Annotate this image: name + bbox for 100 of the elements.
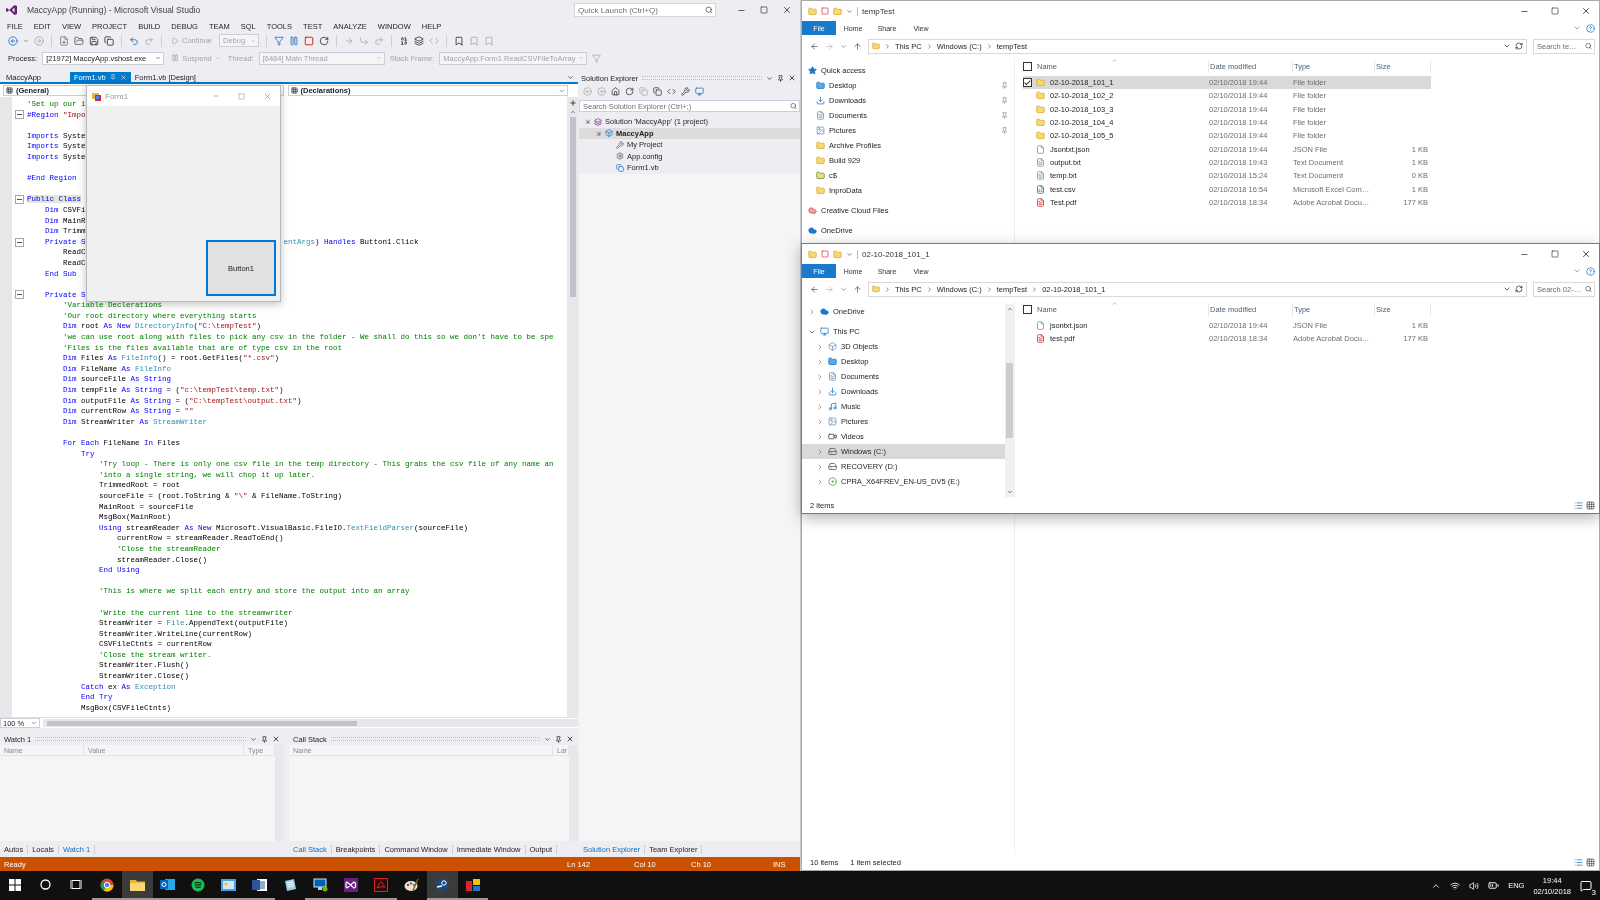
tiles-icon[interactable] (465, 877, 480, 892)
forward-icon[interactable] (34, 35, 44, 46)
code-icon[interactable] (429, 35, 440, 46)
start-icon[interactable] (9, 878, 22, 891)
pin-icon[interactable] (555, 735, 562, 743)
maximize-icon[interactable] (238, 92, 245, 100)
chevron-right-icon[interactable] (816, 462, 824, 471)
chevron-right-icon[interactable] (985, 42, 993, 50)
chevron-right-icon[interactable] (816, 447, 824, 456)
dropdown-icon[interactable] (766, 74, 773, 82)
step-over-icon[interactable] (374, 35, 385, 46)
tab-list-icon[interactable] (567, 73, 574, 81)
recent-locations-icon[interactable] (840, 285, 847, 293)
close-icon[interactable] (566, 735, 574, 743)
bookmark-icon[interactable] (454, 35, 465, 46)
help-icon[interactable] (1586, 266, 1595, 276)
arrow-right-icon[interactable] (344, 35, 355, 46)
pin-icon[interactable] (777, 74, 784, 82)
chevron-right-icon[interactable] (985, 285, 993, 293)
details-view-icon[interactable] (1574, 500, 1583, 510)
quick-launch-field[interactable]: Quick Launch (Ctrl+Q) (574, 3, 716, 17)
back-icon[interactable] (810, 284, 819, 294)
split-icon[interactable] (568, 99, 577, 107)
expand-ribbon-icon[interactable] (1573, 267, 1581, 275)
wrench-icon[interactable] (681, 86, 690, 96)
help-icon[interactable] (1586, 23, 1595, 33)
undo-icon[interactable] (129, 35, 139, 46)
checkbox[interactable] (1023, 78, 1032, 88)
maximize-icon[interactable] (1551, 7, 1559, 15)
home-icon[interactable] (611, 86, 620, 96)
funnel-icon[interactable] (274, 35, 285, 46)
refresh-icon[interactable] (1515, 285, 1523, 293)
stop-icon[interactable] (304, 35, 315, 46)
show-all-files-icon[interactable] (653, 86, 662, 96)
maximize-icon[interactable] (1551, 250, 1559, 258)
close-icon[interactable] (788, 74, 796, 82)
step-into-icon[interactable] (359, 35, 370, 46)
redo-icon[interactable] (144, 35, 154, 46)
forward-icon[interactable] (597, 86, 606, 96)
chevron-right-icon[interactable] (816, 417, 824, 426)
pdf-icon[interactable] (374, 877, 389, 892)
sync-icon[interactable] (625, 86, 634, 96)
collapse-icon[interactable] (15, 237, 24, 247)
properties-icon[interactable] (821, 7, 829, 15)
chevron-right-icon[interactable] (816, 432, 824, 441)
caret-icon[interactable] (846, 7, 853, 15)
maximize-icon[interactable] (760, 6, 768, 14)
preview-icon[interactable] (695, 86, 704, 96)
collapse-icon[interactable] (15, 195, 24, 205)
open-folder-icon[interactable] (74, 35, 84, 46)
scroll-up-icon[interactable] (1006, 306, 1013, 312)
volume-icon[interactable] (1469, 880, 1480, 891)
palette-icon[interactable] (404, 877, 420, 892)
large-icons-view-icon[interactable] (1586, 500, 1595, 510)
folder-icon[interactable] (129, 878, 145, 891)
disc-icon[interactable] (435, 877, 450, 892)
dropdown-icon[interactable] (1503, 42, 1511, 50)
chevron-right-icon[interactable] (808, 307, 816, 316)
scrollbar[interactable] (567, 97, 578, 717)
chevron-right-icon[interactable] (925, 42, 933, 50)
caret-icon[interactable] (23, 37, 29, 44)
close-icon[interactable] (782, 5, 792, 15)
chevron-right-icon[interactable] (884, 285, 891, 293)
dropdown-icon[interactable] (544, 735, 551, 743)
pin-icon[interactable] (1001, 112, 1008, 119)
monitor-icon[interactable] (312, 877, 328, 892)
collapse-icon[interactable] (15, 290, 24, 300)
notepad-icon[interactable] (282, 877, 297, 892)
scroll-up-icon[interactable] (569, 109, 576, 115)
close-icon[interactable] (1581, 6, 1591, 16)
dropdown-icon[interactable] (250, 735, 257, 743)
expand-arrow-icon[interactable] (584, 118, 591, 126)
select-all-checkbox[interactable] (1023, 62, 1032, 71)
code-icon[interactable] (667, 86, 676, 96)
document-icon[interactable] (251, 877, 267, 892)
infinity-icon[interactable] (343, 877, 358, 892)
back-icon[interactable] (810, 41, 819, 51)
pause-icon[interactable] (289, 35, 300, 46)
save-all-icon[interactable] (104, 35, 114, 46)
close-icon[interactable] (272, 735, 280, 743)
restart-icon[interactable] (319, 35, 330, 46)
chevron-right-icon[interactable] (1031, 285, 1039, 293)
chevron-right-icon[interactable] (816, 342, 824, 351)
scroll-down-icon[interactable] (1006, 489, 1013, 495)
chevron-right-icon[interactable] (816, 357, 824, 366)
up-icon[interactable] (853, 41, 862, 51)
pin-icon[interactable] (1001, 127, 1008, 134)
details-view-icon[interactable] (1574, 857, 1583, 867)
dropdown-icon[interactable] (1503, 285, 1511, 293)
save-icon[interactable] (89, 35, 99, 46)
recent-locations-icon[interactable] (840, 42, 847, 50)
threads-icon[interactable] (414, 35, 425, 46)
music-icon[interactable] (191, 877, 206, 892)
new-file-icon[interactable] (59, 35, 69, 46)
chevron-right-icon[interactable] (884, 42, 891, 50)
hex-icon[interactable] (399, 35, 410, 46)
scrollbar[interactable] (1005, 304, 1014, 497)
properties-icon[interactable] (821, 250, 829, 258)
notification-icon[interactable] (1580, 879, 1592, 892)
refresh-icon[interactable] (1515, 42, 1523, 50)
